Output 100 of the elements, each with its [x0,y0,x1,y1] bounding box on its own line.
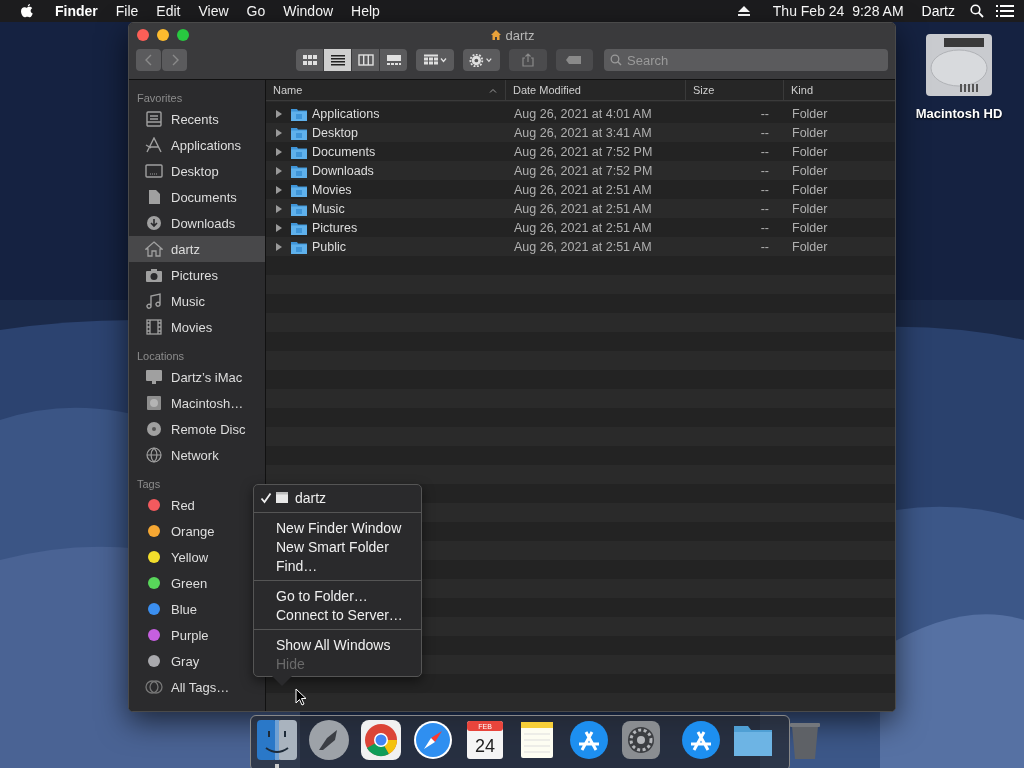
action-button[interactable] [462,49,500,71]
monitor-icon [145,369,163,385]
download-icon [145,215,163,231]
a-shape-icon[interactable] [567,718,611,762]
gear-dropdown-icon [469,53,494,67]
file-name[interactable]: Desktop [312,125,358,140]
menu-item[interactable]: View [189,3,238,19]
folder-icon [291,182,307,197]
gallery-view-button[interactable] [380,49,407,71]
sidebar-item[interactable]: Remote Disc [129,416,265,442]
face-icon[interactable] [255,718,299,762]
eject-icon[interactable] [737,6,750,16]
sidebar-item[interactable]: Macintosh… [129,390,265,416]
folder-icon [291,106,307,121]
window-title: dartz [505,27,535,43]
arrange-button[interactable] [416,49,454,71]
column-view-button[interactable] [352,49,379,71]
sidebar-item[interactable]: Downloads [129,210,265,236]
list-icon[interactable] [996,4,1014,18]
a-shape-icon[interactable] [679,718,723,762]
close-button[interactable] [137,29,149,41]
folder-icon [291,201,307,216]
disclosure-triangle[interactable] [275,146,283,157]
menu-item[interactable]: Edit [147,3,190,19]
film-icon [145,319,163,335]
disclosure-triangle[interactable] [275,241,283,252]
sidebar-item[interactable]: All Tags… [129,674,265,700]
file-name[interactable]: Downloads [312,163,374,178]
file-name[interactable]: Public [312,239,347,254]
clock[interactable]: Thu Feb 24 9:28 AM [763,3,913,19]
column-header[interactable]: Size [686,80,784,100]
sidebar-item[interactable]: Music [129,288,265,314]
house-icon [145,241,163,257]
disclosure-triangle[interactable] [275,108,283,119]
globe-icon [145,447,163,463]
disclosure-triangle[interactable] [275,184,283,195]
disclosure-triangle[interactable] [275,165,283,176]
size-cell-text: -- [759,201,770,216]
compass-icon[interactable] [411,718,455,762]
file-name[interactable]: Music [312,201,345,216]
round-logo-icon[interactable] [359,718,403,762]
menu-item[interactable]: Go [237,3,275,19]
sidebar-heading: Tags [136,477,162,492]
tag-button[interactable] [555,49,593,71]
file-name[interactable]: Movies [312,182,352,197]
menu-item[interactable]: Show All Windows [254,635,421,654]
sidebar-item[interactable]: Dartz’s iMac [129,364,265,390]
search-field[interactable]: Search [604,49,888,71]
size-cell-text: -- [759,163,770,178]
sidebar-item[interactable]: Pictures [129,262,265,288]
tag-icon [565,55,584,65]
icon-view-button[interactable] [296,49,323,71]
grid-icon [301,54,318,66]
disclosure-triangle[interactable] [275,203,283,214]
mouse-pointer-icon [295,688,307,706]
file-name[interactable]: Documents [312,144,376,159]
chevron-right-icon [170,54,179,66]
disclosure-triangle[interactable] [275,222,283,233]
menu-item[interactable]: Find… [254,556,421,575]
menu-item[interactable]: Help [342,3,389,19]
app-menu[interactable]: Finder [46,3,107,19]
sidebar-item[interactable]: dartz [129,236,265,262]
file-name[interactable]: Applications [312,106,380,121]
apple-icon[interactable] [20,3,34,19]
disclosure-triangle[interactable] [275,127,283,138]
zoom-button[interactable] [177,29,189,41]
minimize-button[interactable] [157,29,169,41]
search-icon [610,54,622,66]
file-name[interactable]: Pictures [312,220,358,235]
tags-icon [145,679,163,695]
gear-icon[interactable] [619,718,663,762]
kind-cell-text: Folder [791,163,829,178]
desktop-icon-label[interactable]: Macintosh HD [915,106,1003,121]
column-header[interactable]: Date Modified [506,80,686,100]
menu-item[interactable]: Go to Folder… [254,586,421,605]
menu-item[interactable]: Connect to Server… [254,605,421,624]
column-header[interactable]: Kind [784,80,895,100]
gallery-icon [385,54,402,66]
menu-item[interactable]: Window [274,3,343,19]
column-header[interactable]: Name [266,80,506,100]
calendar-day: 24 [475,736,495,756]
sidebar-item[interactable]: Applications [129,132,265,158]
hard-drive-icon[interactable] [924,32,994,98]
sidebar-heading: Locations [136,349,186,364]
list-icon [329,54,346,66]
sidebar-item[interactable]: Documents [129,184,265,210]
sidebar-item[interactable]: Movies [129,314,265,340]
list-view-button[interactable] [324,49,351,71]
grid-dropdown-icon [422,53,447,67]
kind-cell-text: Folder [791,220,829,235]
drive-icon [145,395,163,411]
search-icon[interactable] [970,4,984,18]
user-name[interactable]: Dartz [912,3,964,19]
sidebar-item[interactable]: Network [129,442,265,468]
rocket-icon[interactable] [307,718,351,762]
menu-item[interactable]: File [106,3,148,19]
sidebar-item[interactable]: Recents [129,106,265,132]
sidebar-item[interactable]: Desktop [129,158,265,184]
sidebar-heading: Favorites [136,91,184,106]
folder-icon [291,125,307,140]
